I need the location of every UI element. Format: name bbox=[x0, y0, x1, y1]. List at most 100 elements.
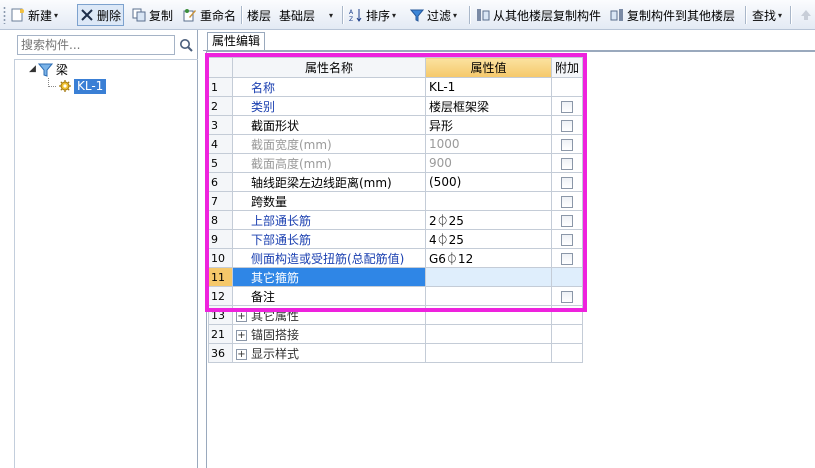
table-row[interactable]: 2 类别 楼层框架梁 bbox=[208, 96, 584, 116]
property-value[interactable] bbox=[425, 191, 552, 211]
extra-cell bbox=[550, 153, 584, 173]
toolbar-grip[interactable] bbox=[3, 6, 6, 24]
extra-cell bbox=[550, 172, 584, 192]
find-dropdown-icon[interactable]: ▾ bbox=[778, 11, 782, 20]
extra-checkbox[interactable] bbox=[561, 176, 573, 189]
group-row[interactable]: 21 + 锚固搭接 bbox=[208, 324, 584, 344]
group-name: 锚固搭接 bbox=[251, 327, 300, 342]
table-header-row: 属性名称 属性值 附加 bbox=[208, 57, 584, 78]
copy-to-floor-button[interactable]: 复制构件到其他楼层 bbox=[608, 4, 737, 26]
tab-property-edit[interactable]: 属性编辑 bbox=[207, 32, 266, 50]
toolbar-separator bbox=[241, 6, 242, 24]
expand-plus-icon[interactable]: + bbox=[236, 329, 247, 341]
tree-node-kl1[interactable]: KL-1 bbox=[58, 78, 107, 94]
extra-checkbox[interactable] bbox=[561, 214, 573, 227]
table-row[interactable]: 3 截面形状 异形 bbox=[208, 115, 584, 135]
tree-node-beam[interactable]: ◢ 梁 bbox=[29, 61, 68, 77]
property-value[interactable]: 楼层框架梁 bbox=[425, 96, 552, 116]
filter-dropdown-icon[interactable]: ▾ bbox=[453, 11, 457, 20]
property-value[interactable] bbox=[425, 267, 552, 287]
group-row[interactable]: 36 + 显示样式 bbox=[208, 343, 584, 363]
property-pane: 属性编辑 属性名称 属性值 附加 1 名称 KL-1 2 类别 楼层框架梁 3 … bbox=[203, 30, 815, 468]
extra-checkbox[interactable] bbox=[561, 119, 573, 132]
table-row[interactable]: 10 侧面构造或受扭筋(总配筋值) G6⏀12 bbox=[208, 248, 584, 268]
table-row[interactable]: 9 下部通长筋 4⏀25 bbox=[208, 229, 584, 249]
table-row-selected[interactable]: 11 其它箍筋 bbox=[208, 267, 584, 287]
table-row[interactable]: 8 上部通长筋 2⏀25 bbox=[208, 210, 584, 230]
rename-button[interactable]: 重命名 bbox=[181, 4, 238, 26]
row-number: 11 bbox=[208, 267, 233, 287]
table-row[interactable]: 5 截面高度(mm) 900 bbox=[208, 153, 584, 173]
copy-button[interactable]: 复制 bbox=[130, 4, 175, 26]
extra-checkbox[interactable] bbox=[561, 100, 573, 113]
sort-button[interactable]: AZ 排序 ▾ bbox=[347, 4, 398, 26]
row-number: 36 bbox=[208, 343, 233, 363]
new-label: 新建 bbox=[28, 8, 53, 23]
component-tree bbox=[14, 59, 198, 468]
property-name: 上部通长筋 bbox=[232, 210, 426, 230]
extra-checkbox[interactable] bbox=[561, 233, 573, 246]
property-value[interactable]: 4⏀25 bbox=[425, 229, 552, 249]
table-row[interactable]: 12 备注 bbox=[208, 286, 584, 306]
delete-button[interactable]: 删除 bbox=[77, 4, 125, 26]
beam-category-icon bbox=[37, 63, 53, 77]
group-name-cell: + 锚固搭接 bbox=[232, 324, 426, 344]
floor-select[interactable]: 基础层 ▾ bbox=[277, 4, 335, 26]
find-button[interactable]: 查找 ▾ bbox=[750, 4, 784, 26]
sort-dropdown-icon[interactable]: ▾ bbox=[392, 11, 396, 20]
property-value[interactable]: 2⏀25 bbox=[425, 210, 552, 230]
property-name: 跨数量 bbox=[232, 191, 426, 211]
row-number: 12 bbox=[208, 286, 233, 306]
table-row[interactable]: 6 轴线距梁左边线距离(mm) (500) bbox=[208, 172, 584, 192]
extra-checkbox[interactable] bbox=[561, 138, 573, 151]
copy-from-floor-label: 从其他楼层复制构件 bbox=[493, 8, 602, 23]
property-name: 类别 bbox=[232, 96, 426, 116]
property-value[interactable]: 900 bbox=[425, 153, 552, 173]
search-input[interactable] bbox=[17, 35, 175, 55]
filter-button[interactable]: 过滤 ▾ bbox=[408, 4, 459, 26]
find-label: 查找 bbox=[752, 8, 777, 23]
delete-label: 删除 bbox=[97, 8, 122, 23]
property-value[interactable]: 异形 bbox=[425, 115, 552, 135]
table-row[interactable]: 1 名称 KL-1 bbox=[208, 77, 584, 97]
tab-label: 属性编辑 bbox=[212, 34, 261, 48]
property-value[interactable]: G6⏀12 bbox=[425, 248, 552, 268]
property-value[interactable] bbox=[425, 286, 552, 306]
rename-icon bbox=[183, 9, 196, 22]
property-value[interactable]: KL-1 bbox=[425, 77, 552, 97]
new-button[interactable]: 新建 ▾ bbox=[9, 4, 60, 26]
row-number: 4 bbox=[208, 134, 233, 154]
extra-checkbox[interactable] bbox=[561, 290, 573, 303]
collapse-arrow-icon[interactable]: ◢ bbox=[29, 64, 36, 74]
group-row[interactable]: 13 + 其它属性 bbox=[208, 305, 584, 325]
component-tree-pane: ◢ 梁 KL-1 bbox=[0, 30, 198, 468]
tree-category-label: 梁 bbox=[55, 62, 68, 77]
copy-from-floor-button[interactable]: 从其他楼层复制构件 bbox=[474, 4, 603, 26]
property-name: 备注 bbox=[232, 286, 426, 306]
group-name: 显示样式 bbox=[251, 346, 300, 361]
move-up-button[interactable] bbox=[797, 4, 815, 26]
search-button[interactable] bbox=[176, 35, 196, 55]
group-value-cell bbox=[425, 343, 552, 363]
sort-icon: AZ bbox=[349, 9, 362, 22]
expand-plus-icon[interactable]: + bbox=[236, 348, 247, 360]
property-name: 轴线距梁左边线距离(mm) bbox=[232, 172, 426, 192]
property-name: 其它箍筋 bbox=[232, 267, 426, 287]
header-property-value[interactable]: 属性值 bbox=[425, 57, 552, 78]
extra-cell bbox=[550, 305, 584, 325]
group-name-cell: + 其它属性 bbox=[232, 305, 426, 325]
header-property-name[interactable]: 属性名称 bbox=[232, 57, 426, 78]
table-row[interactable]: 7 跨数量 bbox=[208, 191, 584, 211]
group-name: 其它属性 bbox=[251, 308, 300, 323]
extra-cell bbox=[550, 134, 584, 154]
expand-plus-icon[interactable]: + bbox=[236, 310, 247, 322]
property-value[interactable]: (500) bbox=[425, 172, 552, 192]
header-extra[interactable]: 附加 bbox=[550, 57, 584, 78]
extra-checkbox[interactable] bbox=[561, 157, 573, 170]
extra-checkbox[interactable] bbox=[561, 195, 573, 208]
new-dropdown-icon[interactable]: ▾ bbox=[54, 11, 58, 20]
floor-dropdown-icon[interactable]: ▾ bbox=[329, 11, 333, 20]
property-value[interactable]: 1000 bbox=[425, 134, 552, 154]
extra-checkbox[interactable] bbox=[561, 252, 573, 265]
table-row[interactable]: 4 截面宽度(mm) 1000 bbox=[208, 134, 584, 154]
